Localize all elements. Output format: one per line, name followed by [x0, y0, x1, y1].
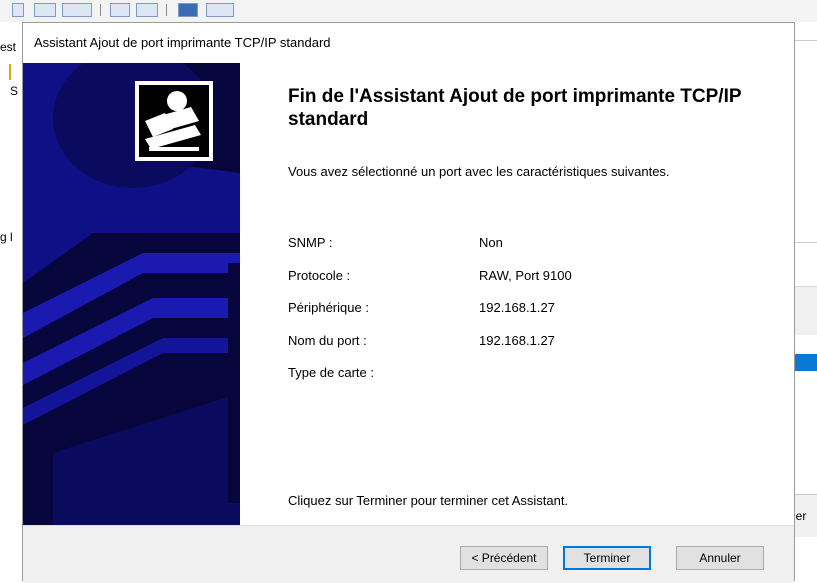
background-divider: [795, 40, 817, 41]
toolbar-icon: [206, 3, 234, 17]
toolbar-icon: [178, 3, 198, 17]
title-bar[interactable]: Assistant Ajout de port imprimante TCP/I…: [23, 23, 794, 63]
toolbar-separator: [166, 4, 167, 16]
background-toolbar: [0, 0, 817, 22]
background-button-label: ler: [795, 509, 807, 523]
finish-instruction-text: Cliquez sur Terminer pour terminer cet A…: [288, 493, 569, 508]
port-name-label: Nom du port :: [288, 333, 367, 348]
finish-button[interactable]: Terminer: [563, 546, 651, 570]
device-label: Périphérique :: [288, 300, 369, 315]
wizard-content: Fin de l'Assistant Ajout de port imprima…: [240, 63, 794, 525]
snmp-value: Non: [479, 235, 503, 250]
port-name-value: 192.168.1.27: [479, 333, 555, 348]
background-divider: [795, 242, 817, 243]
toolbar-icon: [136, 3, 158, 17]
background-highlight-bar: [9, 64, 11, 80]
toolbar-separator: [100, 4, 101, 16]
background-button[interactable]: ler: [795, 494, 817, 537]
device-value: 192.168.1.27: [479, 300, 555, 315]
background-text-fragment: S: [10, 84, 19, 98]
background-text-fragment: g l: [0, 230, 13, 244]
protocol-value: RAW, Port 9100: [479, 268, 572, 283]
protocol-label: Protocole :: [288, 268, 351, 283]
wizard-dialog: Assistant Ajout de port imprimante TCP/I…: [22, 22, 795, 583]
wizard-banner: [23, 63, 240, 525]
toolbar-icon: [12, 3, 24, 17]
toolbar-icon: [110, 3, 130, 17]
background-panel: [795, 286, 817, 335]
toolbar-icon: [34, 3, 56, 17]
toolbar-icon: [62, 3, 92, 17]
snmp-label: SNMP :: [288, 235, 333, 250]
wizard-intro-text: Vous avez sélectionné un port avec les c…: [288, 164, 670, 179]
back-button[interactable]: < Précédent: [460, 546, 548, 570]
background-selected-row[interactable]: [795, 354, 817, 371]
dialog-title: Assistant Ajout de port imprimante TCP/I…: [34, 35, 331, 50]
background-text-fragment: est: [0, 40, 17, 54]
button-bar: < Précédent Terminer Annuler: [23, 525, 794, 583]
printer-port-wizard-icon: [135, 81, 213, 161]
background-left-strip: est S g l: [0, 22, 22, 581]
card-type-label: Type de carte :: [288, 365, 374, 380]
wizard-heading: Fin de l'Assistant Ajout de port imprima…: [288, 86, 742, 130]
cancel-button[interactable]: Annuler: [676, 546, 764, 570]
